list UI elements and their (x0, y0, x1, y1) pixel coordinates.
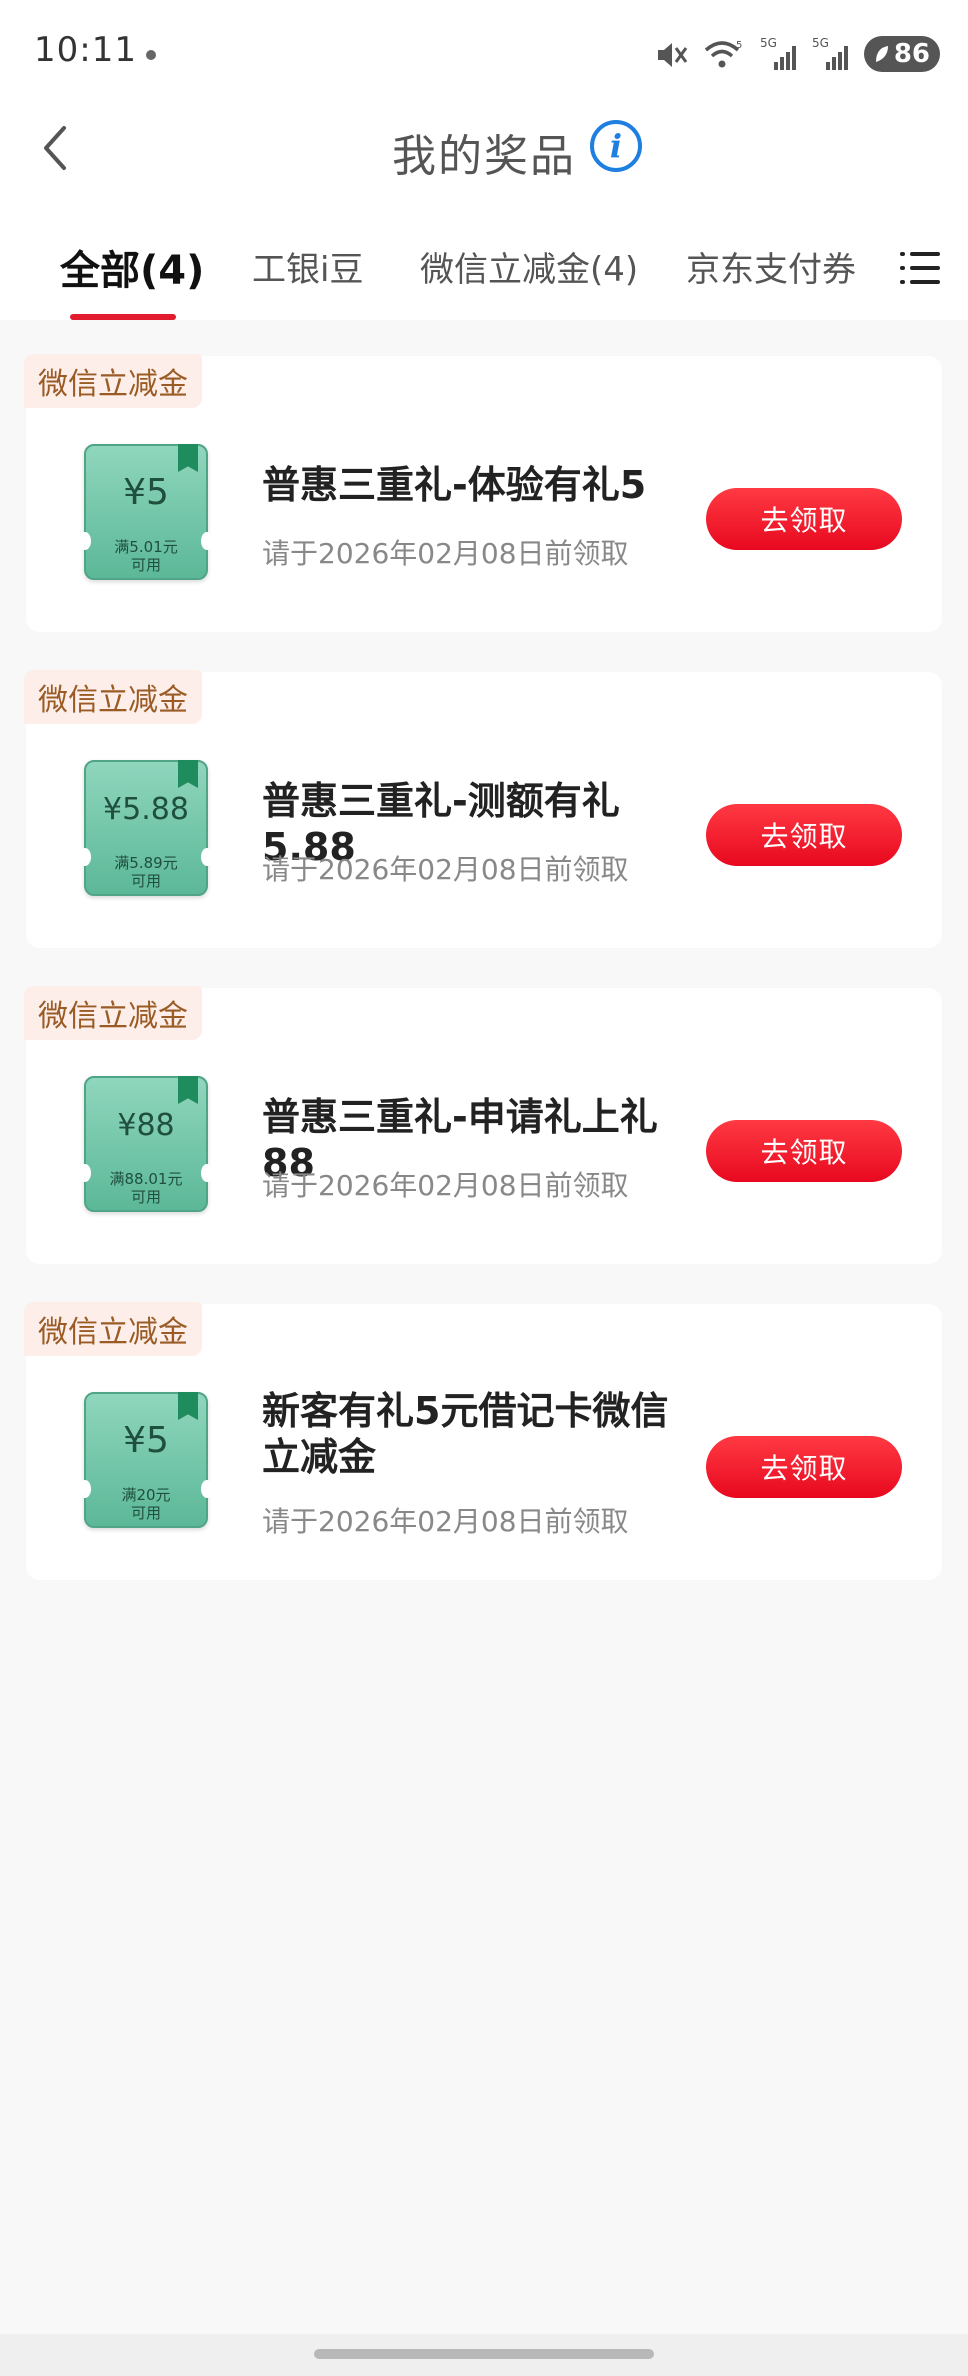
tab-bar: 全部(4) 工银i豆 微信立减金(4) 京东支付券 (0, 220, 968, 320)
prize-card: 微信立减金 ¥5 满20元 可用 新客有礼5元借记卡微信立减金 请于2026年0… (24, 1302, 942, 1580)
bookmark-icon (178, 444, 198, 472)
voucher-amount: ¥5 (123, 472, 169, 513)
menu-list-button[interactable] (900, 248, 940, 288)
card-deadline: 请于2026年02月08日前领取 (262, 1505, 629, 1538)
page-title: 我的奖品 (392, 131, 576, 182)
claim-button[interactable]: 去领取 (706, 1120, 902, 1182)
svg-text:5G: 5G (812, 36, 829, 50)
card-deadline: 请于2026年02月08日前领取 (262, 537, 629, 570)
battery-level: 86 (893, 39, 930, 69)
bookmark-icon (178, 1392, 198, 1420)
prize-card: 微信立减金 ¥5.88 满5.89元 可用 普惠三重礼-测额有礼5.88 请于2… (24, 670, 942, 948)
status-icons: 5 5G 5G 86 (654, 32, 940, 76)
bookmark-icon (178, 760, 198, 788)
voucher-condition: 满88.01元 可用 (109, 1170, 183, 1206)
voucher-amount: ¥88 (117, 1108, 175, 1143)
status-time: 10:11 (34, 30, 137, 70)
voucher-icon: ¥5 满20元 可用 (79, 1392, 213, 1528)
card-title: 新客有礼5元借记卡微信立减金 (262, 1389, 669, 1479)
home-indicator[interactable] (314, 2349, 654, 2359)
notification-dot-icon (146, 50, 156, 60)
info-icon: i (609, 127, 623, 165)
claim-button[interactable]: 去领取 (706, 1436, 902, 1498)
mute-icon (654, 36, 688, 72)
card-category-tag: 微信立减金 (24, 670, 202, 724)
voucher-icon: ¥88 满88.01元 可用 (79, 1076, 213, 1212)
voucher-icon: ¥5 满5.01元 可用 (79, 444, 213, 580)
tab-wechat-discount[interactable]: 微信立减金(4) (420, 242, 638, 291)
card-category-tag: 微信立减金 (24, 1302, 202, 1356)
prize-card: 微信立减金 ¥88 满88.01元 可用 普惠三重礼-申请礼上礼88 请于202… (24, 986, 942, 1264)
battery-indicator: 86 (863, 36, 940, 72)
card-category-tag: 微信立减金 (24, 986, 202, 1040)
svg-text:5G: 5G (760, 36, 777, 50)
status-bar: 10:11 5 5G 5G 86 (0, 0, 968, 100)
claim-button[interactable]: 去领取 (706, 488, 902, 550)
voucher-icon: ¥5.88 满5.89元 可用 (79, 760, 213, 896)
active-tab-indicator (70, 314, 176, 320)
tab-jd-pay-coupon[interactable]: 京东支付券 (686, 242, 856, 291)
tab-icbc-beans[interactable]: 工银i豆 (252, 242, 363, 291)
info-button[interactable]: i (590, 120, 642, 172)
bookmark-icon (178, 1076, 198, 1104)
claim-button[interactable]: 去领取 (706, 804, 902, 866)
voucher-amount: ¥5 (123, 1420, 169, 1461)
card-title: 普惠三重礼-体验有礼5 (262, 463, 647, 507)
svg-text:5: 5 (736, 40, 742, 51)
leaf-icon (875, 46, 888, 62)
signal-icon-1: 5G (760, 36, 796, 72)
signal-icon-2: 5G (812, 36, 848, 72)
tab-all[interactable]: 全部(4) (60, 238, 204, 296)
card-deadline: 请于2026年02月08日前领取 (262, 1169, 629, 1202)
voucher-condition: 满5.01元 可用 (114, 538, 178, 574)
voucher-condition: 满20元 可用 (121, 1486, 171, 1522)
voucher-amount: ¥5.88 (103, 792, 189, 827)
navigation-bar: 我的奖品 i (0, 100, 968, 220)
wifi-icon: 5 (704, 36, 744, 72)
prize-card: 微信立减金 ¥5 满5.01元 可用 普惠三重礼-体验有礼5 请于2026年02… (24, 354, 942, 632)
voucher-condition: 满5.89元 可用 (114, 854, 178, 890)
card-category-tag: 微信立减金 (24, 354, 202, 408)
card-deadline: 请于2026年02月08日前领取 (262, 853, 629, 886)
